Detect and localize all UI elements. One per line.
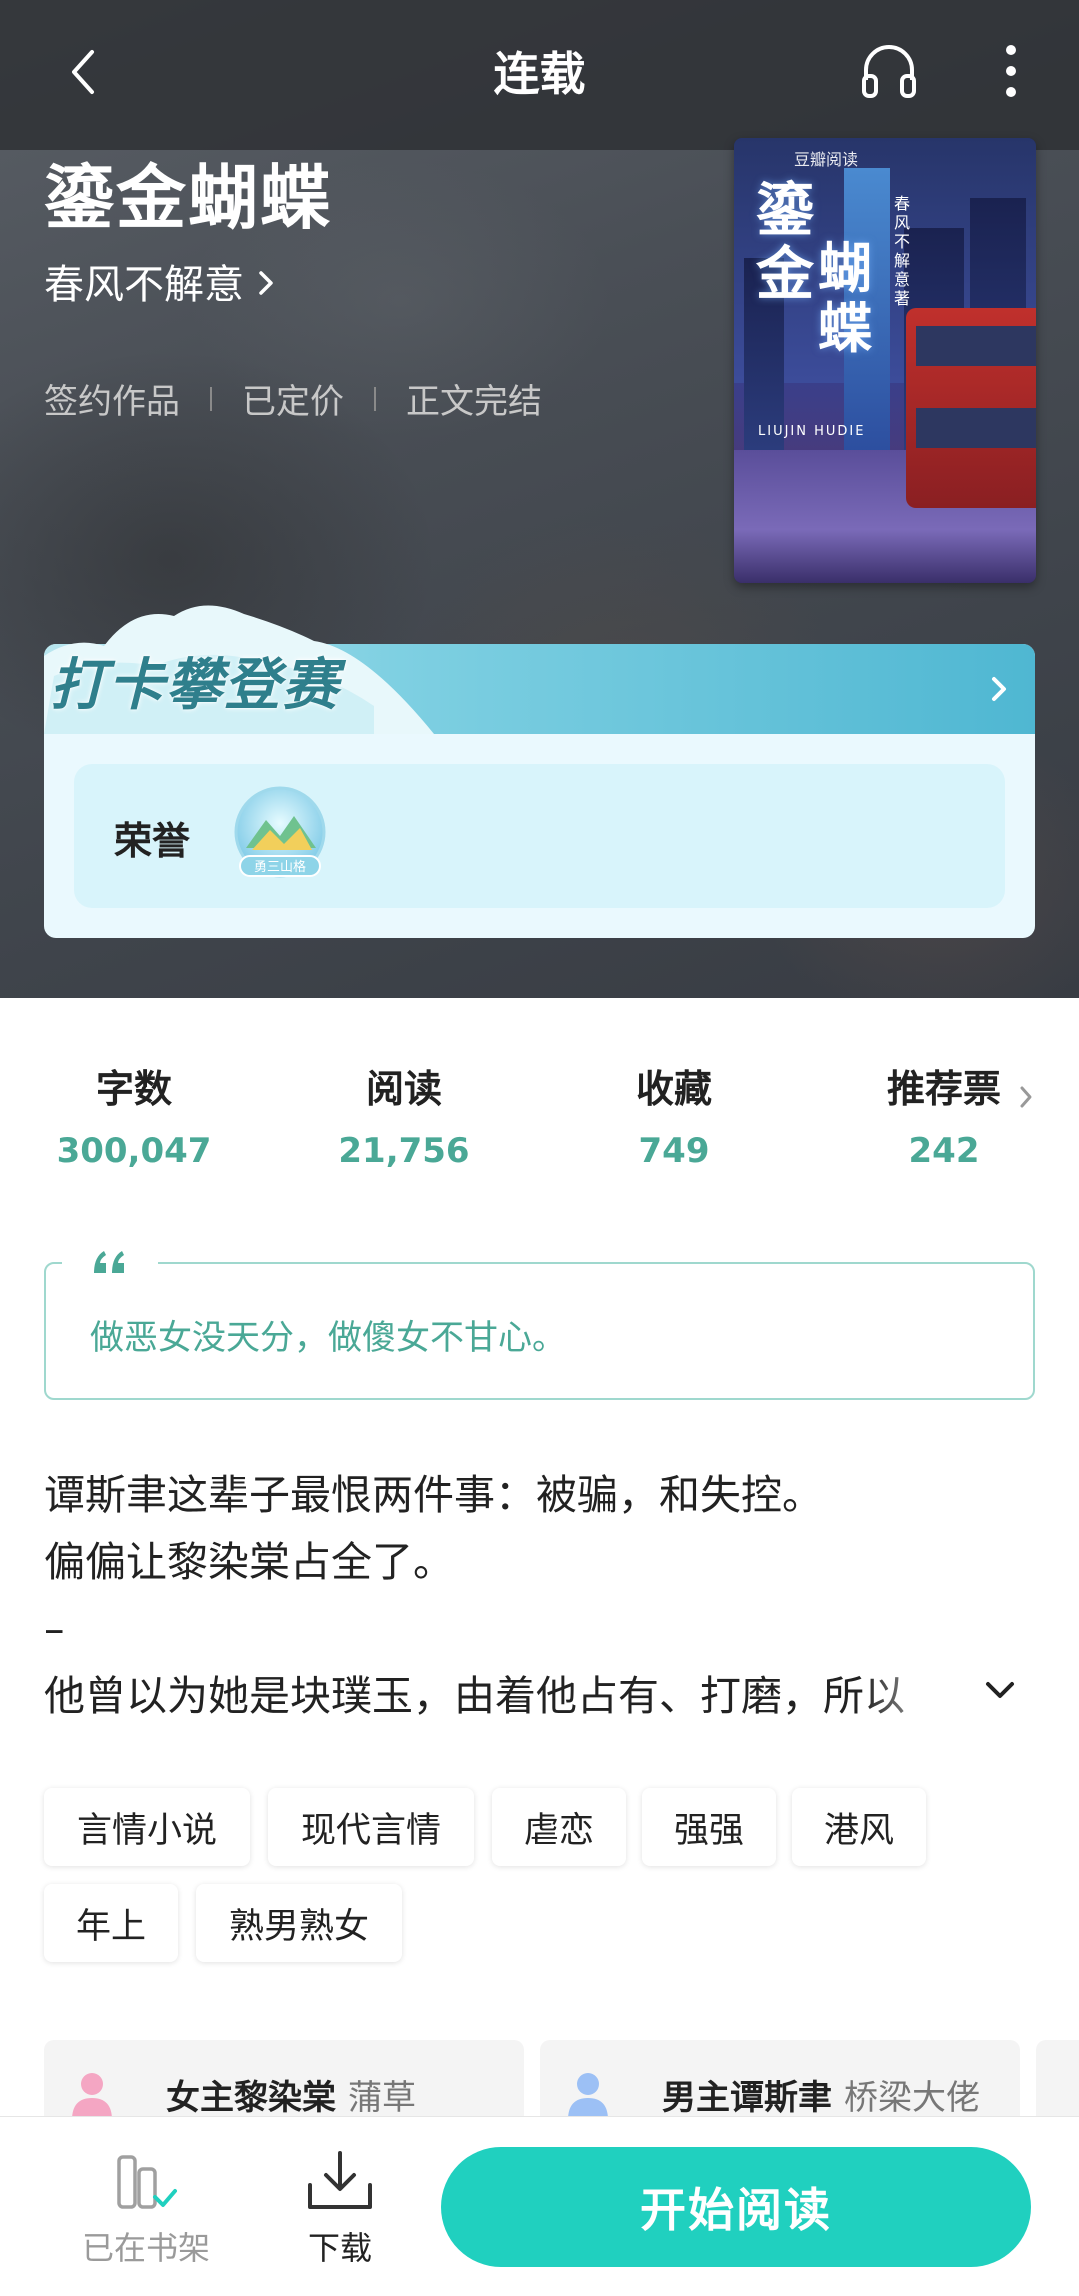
chevron-right-icon	[259, 271, 273, 295]
person-icon	[72, 2073, 112, 2120]
tag-chip[interactable]: 年上	[44, 1884, 178, 1962]
author-name: 春风不解意	[44, 262, 244, 308]
meta-completed: 正文完结	[406, 382, 542, 422]
book-cover[interactable]: 豆瓣阅读 鎏金 蝴蝶 春风不解意著 LIUJIN HUDIE	[734, 138, 1036, 583]
checkin-title[interactable]: 打卡攀登赛	[50, 640, 340, 721]
honor-label: 荣誉	[114, 819, 191, 863]
chevron-down-icon[interactable]	[982, 1676, 1018, 1704]
character-roles: 女主黎染棠 蒲草 男主谭斯聿 桥梁大佬	[44, 2040, 1079, 2120]
tag-chip[interactable]: 港风	[792, 1788, 926, 1866]
more-options-icon[interactable]	[996, 40, 1026, 102]
stat-recommend-votes[interactable]: 推荐票 242	[814, 1058, 1074, 1171]
cover-title-2: 蝴蝶	[818, 236, 872, 360]
download-label: 下载	[307, 2229, 372, 2267]
role-card-hero[interactable]: 男主谭斯聿 桥梁大佬	[540, 2040, 1020, 2120]
book-stats: 字数 300,047 阅读 21,756 收藏 749 推荐票 242	[0, 1058, 1079, 1188]
meta-priced: 已定价	[242, 382, 344, 422]
synopsis-line: 谭斯聿这辈子最恨两件事：被骗，和失控。	[44, 1471, 823, 1519]
honor-section: 荣誉 勇三山格	[74, 764, 1005, 908]
bookshelf-button[interactable]: 已在书架	[76, 2153, 216, 2269]
book-title: 鎏金蝴蝶	[44, 156, 332, 239]
tag-chip[interactable]: 现代言情	[268, 1788, 474, 1866]
download-button[interactable]: 下载	[280, 2149, 400, 2269]
role-card-heroine[interactable]: 女主黎染棠 蒲草	[44, 2040, 524, 2120]
tag-chip[interactable]: 言情小说	[44, 1788, 250, 1866]
bus-illustration	[906, 308, 1036, 508]
quote-icon	[62, 1240, 158, 1284]
bookshelf-label: 已在书架	[81, 2229, 210, 2267]
honor-badge-icon: 勇三山格	[234, 786, 326, 878]
synopsis-line: 偏偏让黎染棠占全了。	[44, 1538, 454, 1586]
book-meta-row: 签约作品 已定价 正文完结	[44, 374, 542, 423]
meta-signed: 签约作品	[44, 382, 180, 422]
role-card-more[interactable]	[1036, 2040, 1079, 2120]
tag-chip[interactable]: 强强	[642, 1788, 776, 1866]
svg-text:勇三山格: 勇三山格	[254, 859, 306, 875]
bottom-action-bar: 已在书架 下载 开始阅读	[0, 2116, 1079, 2296]
divider	[210, 386, 212, 411]
stat-word-count: 字数 300,047	[56, 1067, 212, 1171]
tag-chip[interactable]: 虐恋	[492, 1788, 626, 1866]
chevron-right-icon	[989, 674, 1009, 704]
download-icon	[308, 2151, 372, 2209]
author-link[interactable]: 春风不解意	[44, 252, 274, 310]
person-icon	[568, 2073, 608, 2120]
cover-latin: LIUJIN HUDIE	[758, 424, 866, 439]
headphones-icon[interactable]	[858, 40, 920, 102]
synopsis-line: 他曾以为她是块璞玉，由着他占有、打磨，所以	[44, 1672, 905, 1720]
bookshelf-icon	[117, 2155, 177, 2209]
synopsis[interactable]: 谭斯聿这辈子最恨两件事：被骗，和失控。 偏偏让黎染棠占全了。 – 他曾以为她是块…	[44, 1462, 1044, 1730]
quote-text: 做恶女没天分，做傻女不甘心。	[90, 1318, 566, 1358]
stat-favorites: 收藏 749	[635, 1067, 712, 1171]
synopsis-line: –	[44, 1605, 65, 1653]
start-reading-button[interactable]: 开始阅读	[441, 2147, 1031, 2267]
tag-chip[interactable]: 熟男熟女	[196, 1884, 402, 1962]
book-hero: 连载 鎏金蝴蝶 春风不解意 签约作品 已定价 正文完结 豆瓣阅读 鎏金 蝴蝶 春…	[0, 0, 1079, 998]
stat-reads: 阅读 21,756	[338, 1067, 470, 1171]
chevron-right-icon[interactable]	[1018, 1084, 1034, 1110]
cover-author: 春风不解意著	[894, 194, 911, 308]
cover-publisher: 豆瓣阅读	[794, 150, 859, 169]
divider	[374, 386, 376, 411]
